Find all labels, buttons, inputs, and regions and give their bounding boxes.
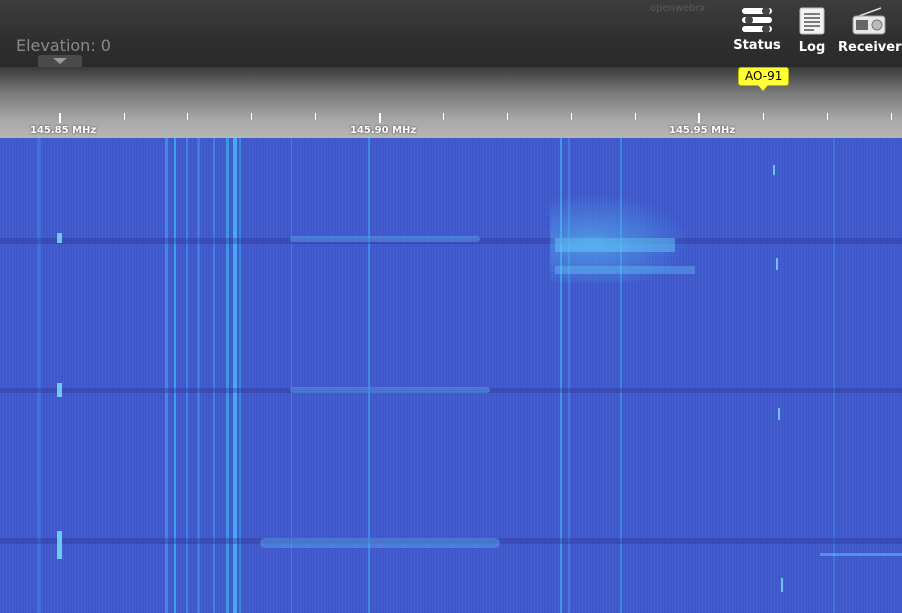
scale-major-tick (379, 113, 381, 123)
satellite-signal (555, 266, 695, 274)
signal-trace (820, 553, 902, 556)
scale-minor-tick (763, 113, 764, 120)
log-button-label: Log (798, 40, 826, 55)
document-icon (799, 7, 825, 35)
doppler-streak (290, 236, 480, 242)
signal-burst (778, 408, 780, 420)
scale-minor-tick (443, 113, 444, 120)
scale-minor-tick (571, 113, 572, 120)
scale-major-tick (59, 113, 61, 123)
scale-minor-tick (124, 113, 125, 120)
signal-burst (776, 258, 778, 270)
receiver-button-label: Receiver (838, 40, 902, 55)
scale-minor-tick (251, 113, 252, 120)
scale-minor-tick (315, 113, 316, 120)
doppler-streak (290, 387, 490, 393)
receiver-button[interactable]: Receiver (838, 6, 902, 55)
signal-burst (57, 531, 62, 559)
frequency-label: 145.85 MHz (30, 125, 97, 136)
frequency-label: 145.95 MHz (669, 125, 736, 136)
scale-minor-tick (635, 113, 636, 120)
satellite-signal (555, 238, 675, 252)
status-button-label: Status (733, 38, 781, 53)
doppler-streak (260, 538, 500, 548)
signal-burst (781, 578, 783, 592)
scale-minor-tick (507, 113, 508, 120)
toggles-icon (742, 7, 772, 33)
chevron-down-icon (53, 58, 67, 64)
signal-burst (57, 233, 62, 243)
waterfall-display[interactable] (0, 138, 902, 613)
satellite-marker-label[interactable]: AO-91 (738, 67, 790, 91)
signal-burst (773, 165, 775, 175)
frequency-label: 145.90 MHz (350, 125, 417, 136)
toolbar-item: openwebrx (650, 3, 706, 14)
scale-minor-tick (891, 113, 892, 120)
signal-burst (57, 383, 62, 397)
status-button[interactable]: Status (733, 6, 781, 53)
scale-major-tick (698, 113, 700, 123)
log-button[interactable]: Log (794, 6, 830, 55)
radio-icon (852, 7, 886, 35)
elevation-label: Elevation: 0 (16, 36, 111, 55)
scale-minor-tick (187, 113, 188, 120)
elevation-toggle-button[interactable] (38, 55, 82, 67)
scale-minor-tick (827, 113, 828, 120)
